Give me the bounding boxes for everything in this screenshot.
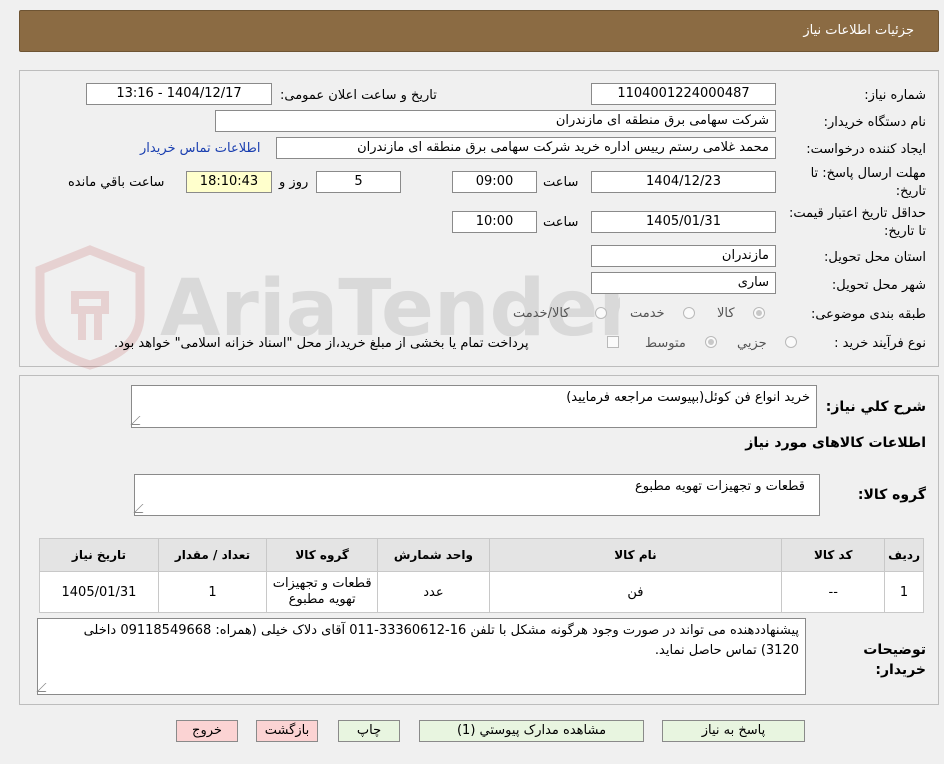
validity-time-field: 10:00 <box>452 211 537 233</box>
reply-button[interactable]: پاسخ به نیاز <box>662 720 805 742</box>
back-button[interactable]: بازگشت <box>256 720 318 742</box>
col-code-header: کد کالا <box>781 538 886 572</box>
col-qty-header: تعداد / مقدار <box>157 538 268 572</box>
goods-group-label: گروه کالا: <box>857 487 926 503</box>
province-field: مازندران <box>591 245 776 267</box>
city-label: شهر محل تحویل: <box>831 278 926 293</box>
deadline-time-label: ساعت <box>543 175 579 190</box>
cell-qty: 1 <box>157 571 268 613</box>
need-number-label: شماره نیاز: <box>864 88 926 103</box>
days-field: 5 <box>316 171 401 193</box>
deadline-label: مهلت ارسال پاسخ: تا تاریخ: <box>810 166 926 199</box>
summary-label: شرح کلي نياز: <box>825 399 926 415</box>
summary-textarea[interactable]: خرید انواع فن کوئل(بپیوست مراجعه فرمایید… <box>130 385 817 428</box>
table-row: 1 -- فن عدد قطعات و تجهیزات تهویه مطبوع … <box>39 571 924 613</box>
requester-field: محمد غلامی رستم رییس اداره خرید شرکت سها… <box>276 137 776 159</box>
cell-name: فن <box>488 571 783 613</box>
view-attachments-button[interactable]: مشاهده مدارک پیوستي (1) <box>419 720 644 742</box>
payment-checkbox[interactable] <box>607 336 619 348</box>
validity-time-label: ساعت <box>543 215 579 230</box>
process-option-medium: متوسط <box>645 336 686 351</box>
col-unit-header: واحد شمارش <box>377 538 490 572</box>
cell-row: 1 <box>884 571 924 613</box>
deadline-time-field: 09:00 <box>452 171 537 193</box>
buyer-notes-label: توضیحات خریدار: <box>863 642 926 678</box>
category-label: طبقه بندی موضوعی: <box>810 307 926 322</box>
remaining-label: ساعت باقي مانده <box>68 175 165 190</box>
validity-date-field: 1405/01/31 <box>591 211 776 233</box>
resize-grip-icon[interactable] <box>36 683 55 692</box>
page-title: جزئیات اطلاعات نیاز <box>803 23 914 38</box>
category-radio-goods-service[interactable] <box>595 307 607 319</box>
category-radio-goods[interactable] <box>753 307 765 319</box>
goods-group-textarea[interactable]: قطعات و تجهیزات تهویه مطبوع <box>133 474 820 516</box>
cell-group: قطعات و تجهیزات تهویه مطبوع <box>265 571 379 613</box>
resize-grip-icon[interactable] <box>133 504 152 513</box>
buyer-contact-link[interactable]: اطلاعات تماس خریدار <box>140 141 260 156</box>
table-header-row: رديف کد کالا نام کالا واحد شمارش گروه کا… <box>39 538 924 572</box>
col-row-header: رديف <box>884 538 924 572</box>
category-option-goods-service: کالا/خدمت <box>513 306 570 321</box>
requester-label: ایجاد کننده درخواست: <box>806 142 926 157</box>
col-date-header: تاریخ نیاز <box>39 538 159 572</box>
announce-field: 1404/12/17 - 13:16 <box>86 83 272 105</box>
buyer-notes-text: پیشنهاددهنده می تواند در صورت وجود هرگون… <box>83 623 799 658</box>
col-group-header: گروه کالا <box>265 538 379 572</box>
payment-note: پرداخت تمام یا بخشی از مبلغ خرید،از محل … <box>114 336 529 351</box>
buyer-notes-textarea[interactable]: پیشنهاددهنده می تواند در صورت وجود هرگون… <box>36 618 806 695</box>
category-radio-service[interactable] <box>683 307 695 319</box>
buyer-field: شرکت سهامی برق منطقه ای مازندران <box>215 110 776 132</box>
print-button[interactable]: چاپ <box>338 720 400 742</box>
goods-table: رديف کد کالا نام کالا واحد شمارش گروه کا… <box>39 538 924 613</box>
validity-label: حداقل تاریخ اعتبار قیمت: تا تاریخ: <box>788 206 926 239</box>
exit-button[interactable]: خروج <box>176 720 238 742</box>
province-label: استان محل تحویل: <box>824 250 926 265</box>
process-option-partial: جزیي <box>737 336 767 351</box>
cell-unit: عدد <box>377 571 490 613</box>
process-label: نوع فرآیند خرید : <box>834 336 926 351</box>
process-radio-partial[interactable] <box>785 336 797 348</box>
resize-grip-icon[interactable] <box>130 416 149 425</box>
category-option-service: خدمت <box>630 306 665 321</box>
goods-info-title: اطلاعات کالاهای مورد نیاز <box>745 435 926 451</box>
col-name-header: نام کالا <box>488 538 783 572</box>
announce-label: تاریخ و ساعت اعلان عمومی: <box>280 88 437 103</box>
deadline-date-field: 1404/12/23 <box>591 171 776 193</box>
days-label: روز و <box>279 175 309 190</box>
summary-text: خرید انواع فن کوئل(بپیوست مراجعه فرمایید… <box>566 390 810 405</box>
need-number-field: 1104001224000487 <box>591 83 776 105</box>
page-header: جزئیات اطلاعات نیاز <box>19 10 939 52</box>
city-field: ساری <box>591 272 776 294</box>
remaining-time-field: 18:10:43 <box>186 171 272 193</box>
goods-group-text: قطعات و تجهیزات تهویه مطبوع <box>634 479 805 494</box>
category-option-goods: کالا <box>717 306 735 321</box>
buyer-label: نام دستگاه خریدار: <box>823 115 926 130</box>
cell-date: 1405/01/31 <box>39 571 159 613</box>
cell-code: -- <box>781 571 886 613</box>
process-radio-medium[interactable] <box>705 336 717 348</box>
